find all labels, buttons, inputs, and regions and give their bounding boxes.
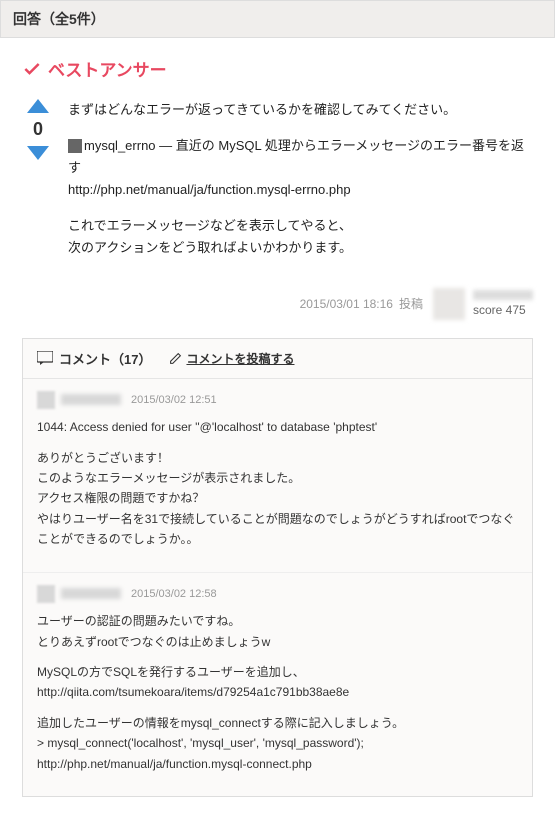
comment-item: 2015/03/02 12:51 1044: Access denied for… [23, 379, 532, 573]
posted-label: 投稿 [399, 295, 423, 312]
avatar[interactable] [433, 288, 465, 320]
upvote-icon[interactable] [27, 99, 49, 113]
post-comment-label: コメントを投稿する [186, 350, 294, 367]
commenter-name-placeholder[interactable] [61, 588, 121, 599]
best-answer-label: ベストアンサー [48, 56, 167, 81]
answers-header: 回答（全5件） [0, 0, 555, 38]
best-answer-badge: ベストアンサー [22, 56, 533, 81]
vote-score: 0 [33, 119, 43, 140]
comment-link[interactable]: http://qiita.com/tsumekoara/items/d79254… [37, 685, 349, 699]
comment-item: 2015/03/02 12:58 ユーザーの認証の問題みたいですね。 とりあえず… [23, 573, 532, 796]
comment-text: 追加したユーザーの情報をmysql_connectする際に記入しましょう。 > … [37, 713, 518, 774]
answers-count-label: 回答（全5件） [13, 11, 105, 27]
comment-icon [37, 351, 53, 365]
post-comment-link[interactable]: コメントを投稿する [169, 350, 294, 367]
avatar[interactable] [37, 585, 55, 603]
comment-date: 2015/03/02 12:51 [131, 391, 217, 410]
check-icon [22, 59, 42, 79]
answer-ref-link[interactable]: http://php.net/manual/ja/function.mysql-… [68, 182, 351, 197]
user-info[interactable]: score 475 [473, 290, 533, 317]
comment-text: 1044: Access denied for user ''@'localho… [37, 417, 518, 437]
comment-text: ユーザーの認証の問題みたいですね。 とりあえずrootでつなぐのは止めましょうw [37, 611, 518, 652]
answer-datetime: 2015/03/01 18:16 [300, 297, 393, 311]
answer-body: 0 まずはどんなエラーが返ってきているかを確認してみてください。 mysql_e… [22, 99, 533, 274]
answer-meta: 2015/03/01 18:16 投稿 score 475 [22, 288, 533, 320]
comments-count-label: コメント（17） [59, 349, 151, 368]
comments-header: コメント（17） コメントを投稿する [23, 339, 532, 379]
comment-text: MySQLの方でSQLを発行するユーザーを追加し、 http://qiita.c… [37, 662, 518, 703]
comment-head: 2015/03/02 12:58 [37, 585, 518, 604]
tag-icon [68, 139, 82, 153]
answer-paragraph: これでエラーメッセージなどを表示してやると、 次のアクションをどう取ればよいかわ… [68, 215, 533, 259]
comment-link[interactable]: http://php.net/manual/ja/function.mysql-… [37, 757, 312, 771]
avatar[interactable] [37, 391, 55, 409]
commenter-name-placeholder[interactable] [61, 394, 121, 405]
user-name-placeholder [473, 290, 533, 300]
comment-date: 2015/03/02 12:58 [131, 585, 217, 604]
answer-paragraph: まずはどんなエラーが返ってきているかを確認してみてください。 [68, 99, 533, 121]
edit-icon [169, 352, 182, 365]
comment-head: 2015/03/02 12:51 [37, 391, 518, 410]
answer-content: ベストアンサー 0 まずはどんなエラーが返ってきているかを確認してみてください。… [0, 38, 555, 815]
vote-column: 0 [22, 99, 54, 274]
comments-box: コメント（17） コメントを投稿する 2015/03/02 12:51 1044… [22, 338, 533, 797]
downvote-icon[interactable] [27, 146, 49, 160]
answer-text: まずはどんなエラーが返ってきているかを確認してみてください。 mysql_err… [68, 99, 533, 274]
answer-ref-label: mysql_errno — 直近の MySQL 処理からエラーメッセージのエラー… [68, 138, 524, 175]
user-score: score 475 [473, 303, 533, 317]
answer-paragraph: mysql_errno — 直近の MySQL 処理からエラーメッセージのエラー… [68, 135, 533, 201]
comment-text: ありがとうございます！ このようなエラーメッセージが表示されました。 アクセス権… [37, 448, 518, 550]
